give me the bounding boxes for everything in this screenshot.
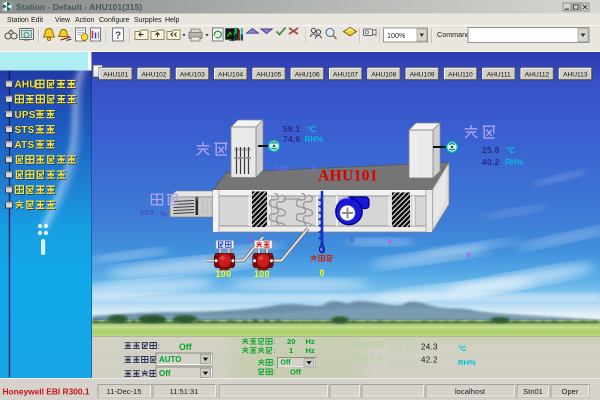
svg-text:100: 100 <box>274 165 289 174</box>
svg-text:25.8: 25.8 <box>482 145 500 155</box>
svg-text::: : <box>274 337 276 346</box>
svg-text:24.3: 24.3 <box>421 343 438 352</box>
svg-text:AHU108: AHU108 <box>371 72 396 79</box>
svg-text:Oper: Oper <box>562 387 579 396</box>
svg-text:Stn01: Stn01 <box>523 387 543 396</box>
svg-text:100: 100 <box>140 208 154 217</box>
svg-text:100: 100 <box>216 269 232 279</box>
svg-text:Station - Default - AHU101(315: Station - Default - AHU101(315) <box>16 2 142 12</box>
svg-text:100: 100 <box>254 269 270 279</box>
svg-text:UPS: UPS <box>15 110 36 121</box>
svg-text:°C: °C <box>458 344 467 353</box>
svg-text:Off: Off <box>281 360 292 367</box>
svg-text:Surpples: Surpples <box>134 17 162 24</box>
svg-text:localhost: localhost <box>455 387 486 396</box>
svg-text:RH%: RH% <box>305 135 324 144</box>
svg-text:Action: Action <box>75 17 95 24</box>
svg-text:AUTO: AUTO <box>159 355 182 364</box>
svg-text:Configure: Configure <box>99 17 129 24</box>
svg-text:40.2: 40.2 <box>482 157 500 167</box>
svg-text:%: % <box>310 165 317 174</box>
svg-text:Off: Off <box>290 368 301 377</box>
svg-text:AHU103: AHU103 <box>180 72 205 79</box>
svg-text:%: % <box>160 210 167 219</box>
svg-text:°C: °C <box>506 146 515 155</box>
svg-text:AHU105: AHU105 <box>256 72 281 79</box>
svg-text:100%: 100% <box>387 31 406 40</box>
svg-text:11:51:31: 11:51:31 <box>170 387 199 396</box>
svg-text:AHU107: AHU107 <box>333 72 358 79</box>
svg-text:STS: STS <box>15 125 35 136</box>
svg-text:AHU109: AHU109 <box>410 72 435 79</box>
svg-text:74.6: 74.6 <box>283 134 301 144</box>
svg-text:?: ? <box>115 31 121 42</box>
svg-text:0: 0 <box>320 268 325 278</box>
svg-text:AHU110: AHU110 <box>448 72 473 79</box>
svg-text:Hz: Hz <box>306 346 315 355</box>
svg-text:Hz: Hz <box>306 337 315 346</box>
svg-text::: : <box>158 342 160 351</box>
svg-text:°C: °C <box>307 125 316 134</box>
svg-text:View: View <box>55 17 71 24</box>
svg-text:AHU101: AHU101 <box>318 168 378 185</box>
svg-text:Command: Command <box>437 30 470 39</box>
svg-text:42.2: 42.2 <box>421 356 438 365</box>
svg-text:20: 20 <box>287 337 295 346</box>
svg-text:0: 0 <box>350 238 354 245</box>
svg-text:11-Dec-15: 11-Dec-15 <box>107 387 142 396</box>
svg-text:Off: Off <box>179 342 192 352</box>
svg-text:6: 6 <box>388 239 392 246</box>
svg-text:Station: Station <box>7 17 29 24</box>
svg-text:Edit: Edit <box>31 17 43 24</box>
svg-text:Off: Off <box>159 369 171 378</box>
svg-text:58.1: 58.1 <box>283 124 301 134</box>
svg-text::: : <box>274 346 276 355</box>
svg-text:Honeywell EBI R300.1: Honeywell EBI R300.1 <box>3 387 90 397</box>
svg-text:AHU104: AHU104 <box>218 72 243 79</box>
svg-text:AHU106: AHU106 <box>295 72 320 79</box>
svg-text:Help: Help <box>165 17 180 24</box>
svg-text::: : <box>274 368 276 377</box>
svg-text:AHU101: AHU101 <box>103 72 128 79</box>
svg-text:AHU112: AHU112 <box>525 72 550 79</box>
svg-text:5: 5 <box>249 237 253 244</box>
svg-text:AHU111: AHU111 <box>487 72 511 79</box>
svg-text:RH%: RH% <box>505 158 524 167</box>
svg-text:AHU: AHU <box>15 80 37 91</box>
svg-text:AHU102: AHU102 <box>142 72 167 79</box>
svg-text::: : <box>274 358 276 367</box>
svg-text:AHU113: AHU113 <box>563 72 588 79</box>
svg-text:ATS: ATS <box>15 140 35 151</box>
svg-text:RH%: RH% <box>458 358 476 367</box>
svg-text:9: 9 <box>467 253 471 260</box>
